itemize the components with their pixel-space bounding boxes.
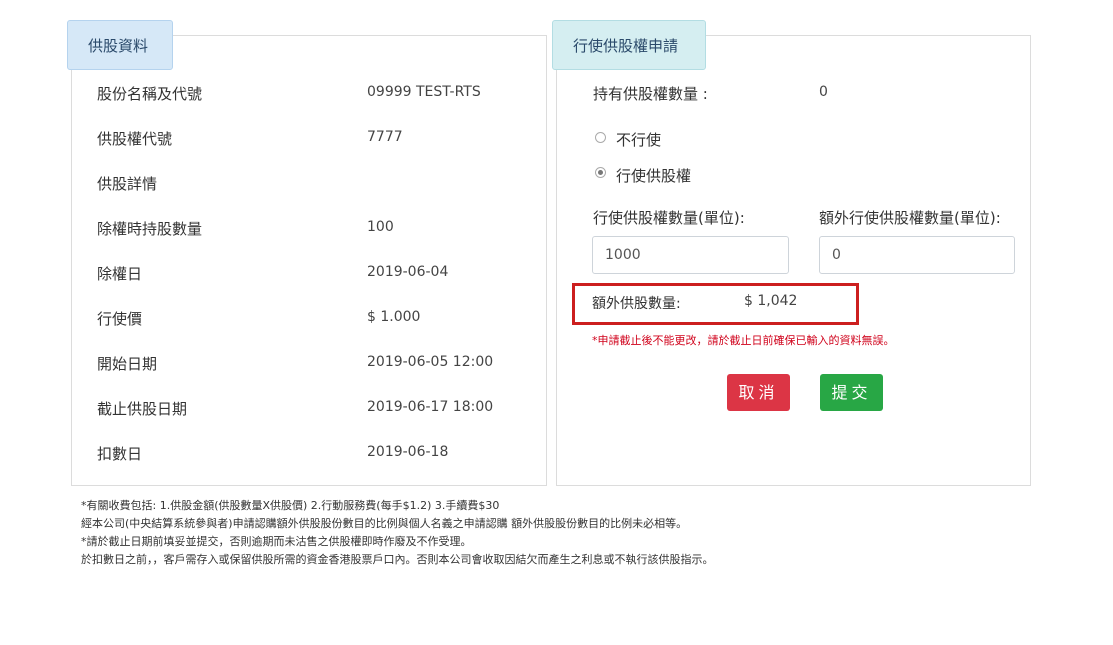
exercise-label[interactable]: 行使供股權 [616, 165, 691, 186]
ex-date-value: 2019-06-04 [367, 264, 449, 280]
exercise-price-value: $ 1.000 [367, 309, 421, 325]
extra-shares-label: 額外供股數量: [592, 296, 681, 312]
exercise-price-label: 行使價 [97, 310, 143, 328]
submit-button[interactable]: 提交 [820, 374, 883, 411]
exercise-quantity-input[interactable] [592, 236, 789, 274]
deadline-warning: *申請截止後不能更改，請於截止日前確保已輸入的資料無誤。 [592, 334, 895, 347]
not-exercise-label[interactable]: 不行使 [616, 129, 661, 150]
deadline-value: 2019-06-17 18:00 [367, 399, 494, 415]
debit-date-label: 扣數日 [97, 445, 143, 463]
rights-details-label: 供股詳情 [97, 175, 158, 193]
debit-date-value: 2019-06-18 [367, 444, 449, 460]
tab-rights-application[interactable]: 行使供股權申請 [552, 20, 706, 70]
extra-quantity-label: 額外行使供股權數量(單位): [819, 209, 1001, 227]
start-date-value: 2019-06-05 12:00 [367, 354, 494, 370]
tab-rights-info[interactable]: 供股資料 [67, 20, 173, 70]
holding-rights-label: 持有供股權數量 : [593, 85, 708, 103]
exercise-radio[interactable] [595, 167, 606, 178]
cancel-button[interactable]: 取消 [727, 374, 790, 411]
deadline-note: *請於截止日期前填妥並提交，否則逾期而未沽售之供股權即時作廢及不作受理。 [81, 535, 472, 548]
start-date-label: 開始日期 [97, 355, 158, 373]
fee-note: *有關收費包括: 1.供股金額(供股數量X供股價) 2.行動服務費(每手$1.2… [81, 499, 500, 512]
exercise-quantity-label: 行使供股權數量(單位): [593, 209, 745, 227]
funds-note: 於扣數日之前，，客戶需存入或保留供股所需的資金香港股票戶口內。否則本公司會收取因… [81, 553, 714, 566]
holding-at-exdate-label: 除權時持股數量 [97, 220, 203, 238]
stock-name-value: 09999 TEST-RTS [367, 84, 481, 100]
rights-code-label: 供股權代號 [97, 130, 173, 148]
ratio-note: 經本公司(中央結算系統參與者)申請認購額外供股股份數目的比例與個人名義之申請認購… [81, 517, 688, 530]
stock-name-label: 股份名稱及代號 [97, 85, 203, 103]
holding-rights-value: 0 [819, 84, 828, 100]
holding-at-exdate-value: 100 [367, 219, 394, 235]
extra-quantity-input[interactable] [819, 236, 1015, 274]
deadline-label: 截止供股日期 [97, 400, 188, 418]
ex-date-label: 除權日 [97, 265, 143, 283]
extra-shares-value: $ 1,042 [744, 293, 798, 309]
not-exercise-radio[interactable] [595, 132, 606, 143]
rights-code-value: 7777 [367, 129, 403, 145]
